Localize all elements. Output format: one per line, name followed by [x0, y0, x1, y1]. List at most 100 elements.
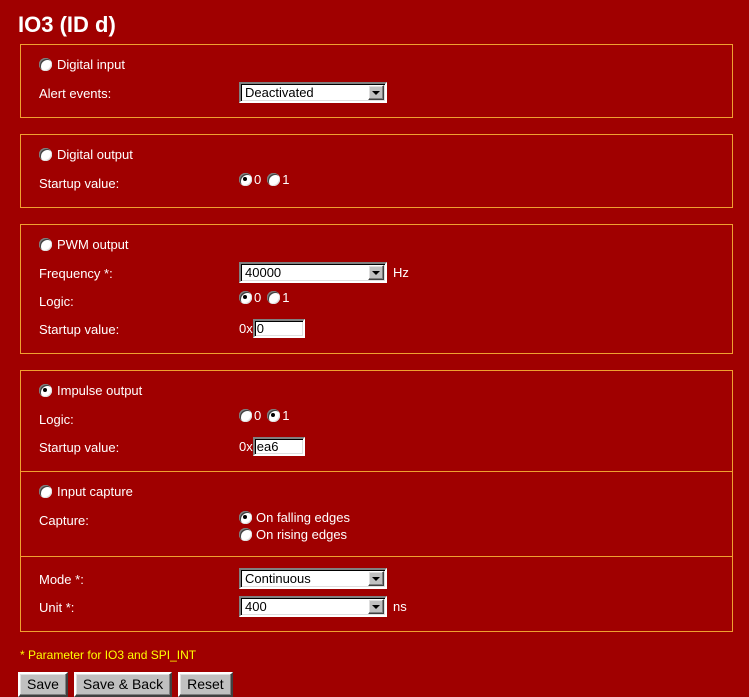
impulse-startup-label: Startup value: [39, 440, 120, 455]
panel-impulse-and-capture: Impulse output Logic: 0 1 Startup value: [20, 370, 733, 632]
radio-pwm-logic-1[interactable] [267, 291, 281, 304]
radio-capture-falling-edges-label: On falling edges [256, 510, 350, 525]
io-configuration-page: IO3 (ID d) Digital input Alert events: D… [0, 0, 749, 697]
row-capture-edges: Capture: On falling edges On rising edge… [31, 506, 722, 546]
row-alert-events: Alert events: Deactivated [31, 79, 722, 107]
alert-events-control: Deactivated [239, 82, 387, 103]
radio-digital-output-startup-1-label: 1 [282, 172, 290, 187]
button-bar: Save Save & Back Reset [0, 672, 749, 697]
row-impulse-logic: Logic: 0 1 [31, 405, 722, 433]
radio-digital-input[interactable] [39, 57, 52, 71]
radio-capture-falling-edges[interactable] [239, 511, 252, 524]
radio-impulse-logic-0-label: 0 [254, 408, 262, 423]
option-digital-input-label: Digital input [57, 56, 125, 72]
radio-pwm-logic-0[interactable] [239, 291, 252, 304]
unit-label: Unit *: [39, 600, 75, 615]
radio-digital-output-startup-1[interactable] [267, 173, 281, 186]
option-impulse-output[interactable]: Impulse output [31, 379, 722, 405]
digital-output-startup-control: 0 1 [239, 172, 295, 187]
chevron-down-icon[interactable] [368, 571, 384, 586]
panel-pwm-output: PWM output Frequency *: 40000 Hz Logic: [20, 224, 733, 354]
option-digital-input[interactable]: Digital input [31, 53, 722, 79]
option-digital-output[interactable]: Digital output [31, 143, 722, 169]
radio-digital-output[interactable] [39, 147, 52, 161]
section-shared-parameters: Mode *: Continuous Unit *: 400 ns [21, 556, 732, 631]
pwm-frequency-control: 40000 Hz [239, 262, 409, 283]
radio-pair-digital-output-startup-1[interactable]: 1 [267, 172, 295, 187]
pwm-frequency-value: 40000 [245, 265, 282, 280]
radio-input-capture[interactable] [39, 484, 52, 498]
unit-select[interactable]: 400 [239, 596, 387, 617]
radio-pair-digital-output-startup-0[interactable]: 0 [239, 172, 267, 187]
option-input-capture[interactable]: Input capture [31, 480, 722, 506]
pwm-startup-label: Startup value: [39, 322, 120, 337]
reset-button[interactable]: Reset [178, 672, 233, 697]
radio-pair-impulse-logic-0[interactable]: 0 [239, 408, 267, 423]
row-digital-output-startup-value: Startup value: 0 1 [31, 169, 722, 197]
impulse-startup-hex-prefix: 0x [239, 439, 253, 454]
row-pwm-logic: Logic: 0 1 [31, 287, 722, 315]
radio-capture-rising-edges[interactable] [239, 528, 252, 541]
radio-pwm-logic-1-label: 1 [282, 290, 290, 305]
radio-pair-pwm-logic-1[interactable]: 1 [267, 290, 295, 305]
row-impulse-startup-value: Startup value: 0x [31, 433, 722, 461]
row-pwm-startup-value: Startup value: 0x [31, 315, 722, 343]
option-pwm-output[interactable]: PWM output [31, 233, 722, 259]
impulse-startup-input[interactable] [252, 437, 305, 456]
chevron-down-icon[interactable] [368, 85, 384, 100]
radio-pwm-logic-0-label: 0 [254, 290, 262, 305]
radio-impulse-logic-0[interactable] [239, 409, 252, 422]
impulse-startup-control: 0x [239, 436, 305, 457]
pwm-frequency-select[interactable]: 40000 [239, 262, 387, 283]
impulse-logic-control: 0 1 [239, 408, 295, 423]
option-digital-output-label: Digital output [57, 146, 133, 162]
chevron-down-icon[interactable] [368, 599, 384, 614]
radio-pair-capture-rising[interactable]: On rising edges [239, 526, 350, 543]
mode-label: Mode *: [39, 572, 84, 587]
option-pwm-output-label: PWM output [57, 236, 129, 252]
row-pwm-frequency: Frequency *: 40000 Hz [31, 259, 722, 287]
section-digital-input: Digital input Alert events: Deactivated [21, 45, 732, 117]
pwm-frequency-label: Frequency *: [39, 266, 113, 281]
alert-events-select[interactable]: Deactivated [239, 82, 387, 103]
panel-digital-input: Digital input Alert events: Deactivated [20, 44, 733, 118]
radio-pair-capture-falling[interactable]: On falling edges [239, 509, 350, 526]
capture-control: On falling edges On rising edges [239, 509, 350, 543]
page-title: IO3 (ID d) [18, 12, 116, 37]
footnote: * Parameter for IO3 and SPI_INT [20, 648, 197, 662]
save-button[interactable]: Save [18, 672, 68, 697]
radio-pair-impulse-logic-1[interactable]: 1 [267, 408, 295, 423]
pwm-logic-label: Logic: [39, 294, 74, 309]
option-impulse-output-label: Impulse output [57, 382, 143, 398]
radio-digital-output-startup-0-label: 0 [254, 172, 262, 187]
radio-impulse-logic-1[interactable] [267, 409, 281, 422]
pwm-startup-hex-prefix: 0x [239, 321, 253, 336]
pwm-frequency-unit: Hz [393, 265, 409, 280]
option-input-capture-label: Input capture [57, 483, 133, 499]
radio-impulse-logic-1-label: 1 [282, 408, 290, 423]
unit-value: 400 [245, 599, 267, 614]
alert-events-value: Deactivated [245, 85, 314, 100]
radio-pwm-output[interactable] [39, 237, 52, 251]
impulse-logic-label: Logic: [39, 412, 74, 427]
chevron-down-icon[interactable] [368, 265, 384, 280]
radio-impulse-output[interactable] [39, 383, 52, 397]
pwm-startup-input[interactable] [252, 319, 305, 338]
pwm-logic-control: 0 1 [239, 290, 295, 305]
unit-control: 400 ns [239, 596, 407, 617]
radio-pair-pwm-logic-0[interactable]: 0 [239, 290, 267, 305]
radio-capture-rising-edges-label: On rising edges [256, 527, 348, 542]
pwm-startup-control: 0x [239, 318, 305, 339]
mode-select[interactable]: Continuous [239, 568, 387, 589]
section-digital-output: Digital output Startup value: 0 1 [21, 135, 732, 207]
mode-control: Continuous [239, 568, 387, 589]
radio-digital-output-startup-0[interactable] [239, 173, 252, 186]
panel-digital-output: Digital output Startup value: 0 1 [20, 134, 733, 208]
save-and-back-button[interactable]: Save & Back [73, 672, 173, 697]
section-pwm-output: PWM output Frequency *: 40000 Hz Logic: [21, 225, 732, 353]
mode-value: Continuous [245, 571, 311, 586]
section-impulse-output: Impulse output Logic: 0 1 Startup value: [21, 371, 732, 471]
digital-output-startup-label: Startup value: [39, 176, 120, 191]
section-input-capture: Input capture Capture: On falling edges … [21, 471, 732, 556]
unit-suffix: ns [393, 599, 407, 614]
